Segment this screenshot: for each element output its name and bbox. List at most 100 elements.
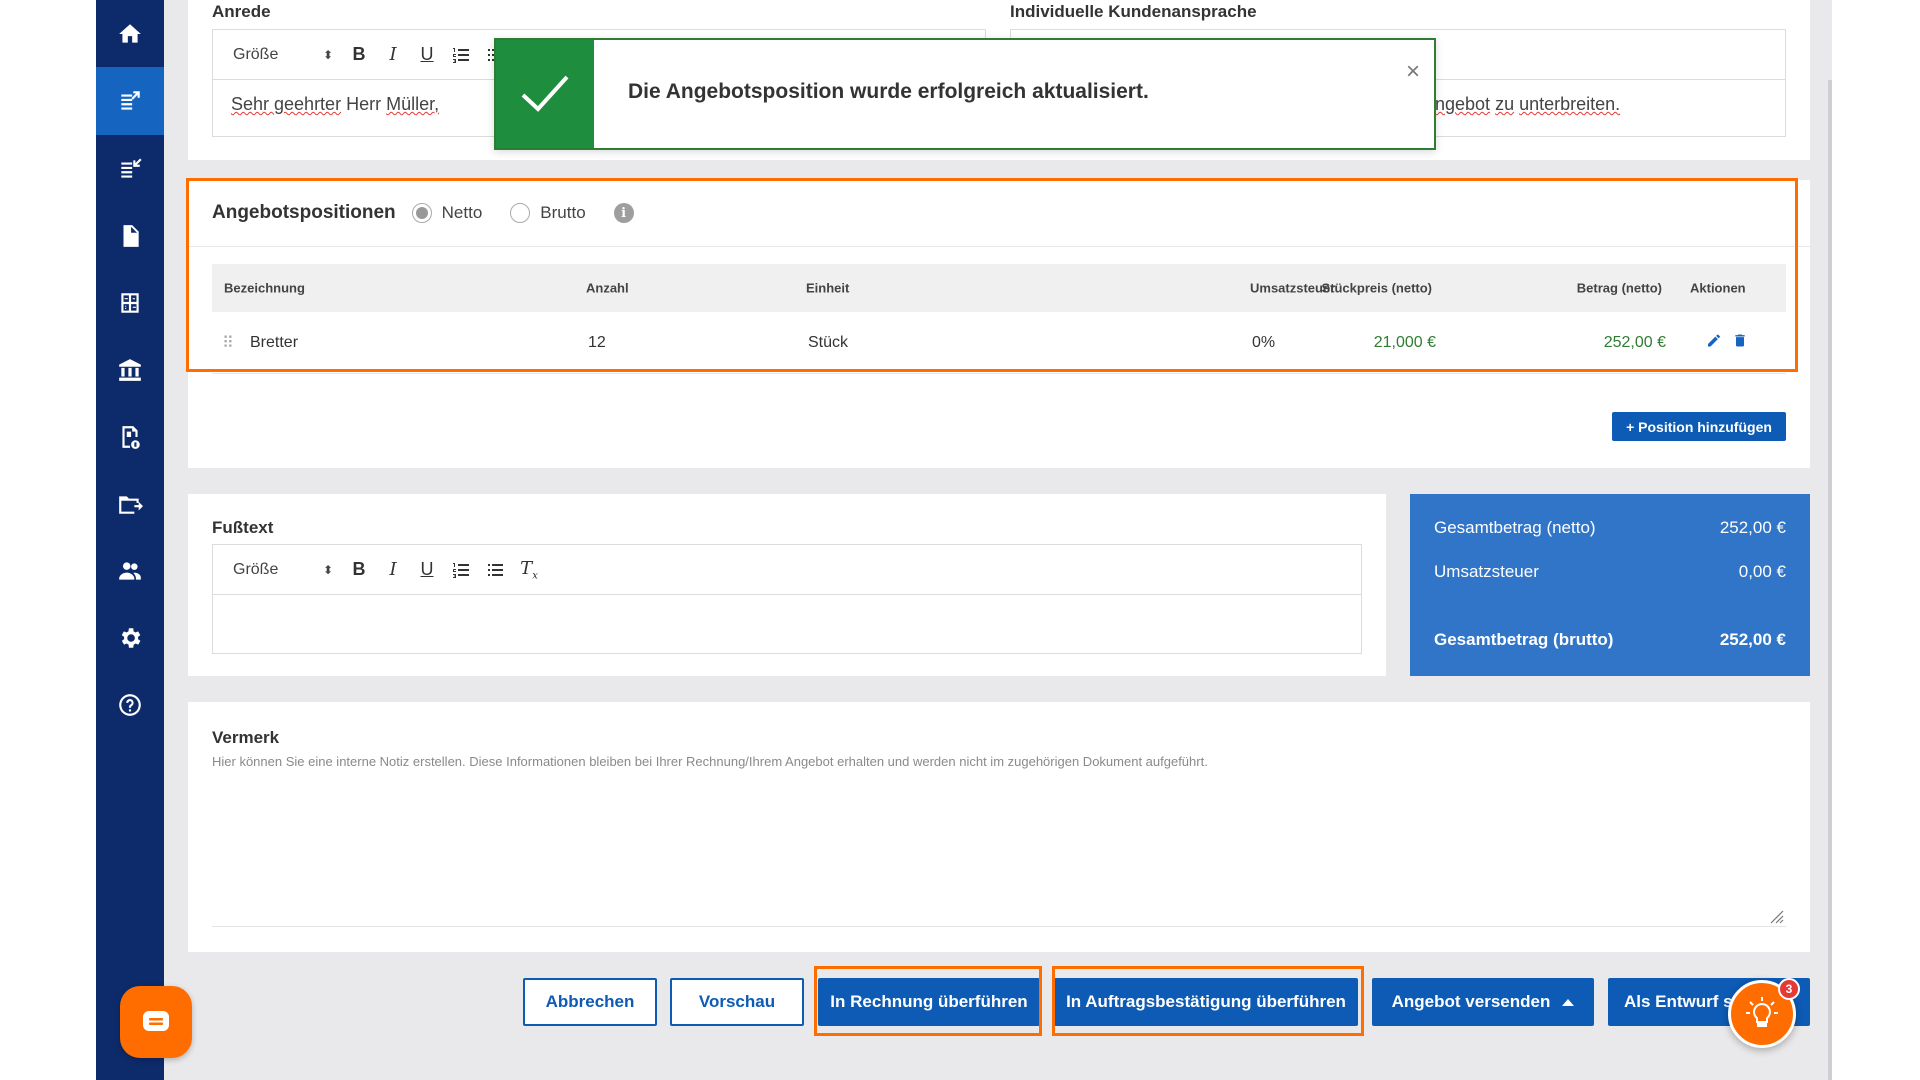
customer-address-label: Individuelle Kundenansprache: [1010, 2, 1257, 21]
preview-button[interactable]: Vorschau: [670, 978, 804, 1026]
help-icon: [119, 694, 141, 716]
salutation-label: Anrede: [212, 2, 271, 21]
totals-panel: Gesamtbetrag (netto) 252,00 € Umsatzsteu…: [1410, 494, 1810, 676]
send-offer-label: Angebot versenden: [1391, 992, 1551, 1011]
col-name: Bezeichnung: [224, 280, 305, 296]
font-size-label: Größe: [233, 45, 279, 63]
delete-icon[interactable]: [1732, 332, 1748, 353]
salutation-word-3: Müller,: [386, 94, 440, 114]
netto-radio[interactable]: Netto: [411, 203, 483, 223]
brutto-label: Brutto: [540, 203, 586, 222]
col-amount: Betrag (netto): [1576, 280, 1662, 296]
sidebar-item-offers-in[interactable]: [96, 135, 164, 203]
toast-message: Die Angebotsposition wurde erfolgreich a…: [628, 80, 1149, 103]
brutto-radio-dot[interactable]: [510, 203, 531, 223]
to-invoice-button[interactable]: In Rechnung überführen: [818, 978, 1040, 1026]
document-icon: [123, 225, 139, 247]
brutto-radio[interactable]: Brutto: [510, 203, 586, 223]
sidebar-item-settings[interactable]: [96, 604, 164, 672]
col-actions: Aktionen: [1690, 280, 1746, 296]
row-name: Bretter: [250, 333, 299, 351]
sidebar-item-calculator[interactable]: [96, 269, 164, 337]
caret-up-icon: [1562, 998, 1575, 1006]
sidebar-item-offers-out[interactable]: [96, 67, 164, 135]
total-gross-row: Gesamtbetrag (brutto) 252,00 €: [1434, 630, 1786, 650]
edit-icon[interactable]: [1706, 332, 1722, 353]
footer-underline-button[interactable]: U: [413, 556, 441, 584]
sidebar-item-contacts[interactable]: [96, 537, 164, 605]
chat-icon: [143, 1011, 169, 1031]
users-icon: [119, 562, 141, 580]
note-underline: [212, 926, 1786, 927]
font-size-select[interactable]: Größe ⬍: [233, 46, 339, 64]
netto-label: Netto: [441, 203, 483, 222]
positions-header: Angebotspositionen Netto Brutto i: [212, 202, 634, 224]
footer-font-size-label: Größe: [233, 560, 279, 578]
footer-ordered-list-button[interactable]: [447, 556, 475, 584]
bank-icon: [119, 359, 141, 381]
note-label: Vermerk: [212, 728, 280, 747]
ordered-list-icon: [453, 562, 469, 578]
note-textarea[interactable]: [212, 774, 1786, 924]
toast-icon-panel: [496, 40, 594, 148]
folder-export-icon: [119, 496, 143, 514]
right-gutter: [1832, 0, 1920, 1080]
note-card: Vermerk Hier können Sie eine interne Not…: [188, 702, 1810, 952]
customer-address-word-3: unterbreiten.: [1519, 94, 1621, 114]
col-qty: Anzahl: [586, 280, 629, 296]
cancel-button[interactable]: Abbrechen: [523, 978, 657, 1026]
sidebar-item-home[interactable]: [96, 0, 164, 68]
add-position-button[interactable]: + Position hinzufügen: [1612, 412, 1786, 441]
total-net-row: Gesamtbetrag (netto) 252,00 €: [1434, 518, 1786, 538]
close-icon[interactable]: ×: [1406, 58, 1420, 86]
to-order-confirmation-button[interactable]: In Auftragsbestätigung überführen: [1054, 978, 1358, 1026]
underline-button[interactable]: U: [413, 41, 441, 69]
sidebar-item-help[interactable]: [96, 671, 164, 739]
chat-button[interactable]: [120, 986, 192, 1058]
send-offer-button[interactable]: Angebot versenden: [1372, 978, 1594, 1026]
positions-title: Angebotspositionen: [212, 202, 396, 223]
salutation-word-2: Herr: [346, 94, 382, 114]
resize-handle-icon[interactable]: [1768, 908, 1784, 924]
footer-font-size-select[interactable]: Größe ⬍: [233, 561, 339, 579]
total-gross-label: Gesamtbetrag (brutto): [1434, 630, 1614, 649]
footer-bullet-list-button[interactable]: [481, 556, 509, 584]
clear-format-button[interactable]: Tx: [515, 556, 543, 584]
total-vat-label: Umsatzsteuer: [1434, 562, 1539, 581]
sidebar: [96, 0, 164, 1080]
select-arrows-icon: ⬍: [322, 562, 333, 577]
drag-handle-icon[interactable]: ⠿: [222, 333, 234, 353]
receipt-icon: [122, 426, 140, 449]
footer-text-label: Fußtext: [212, 518, 274, 537]
row-amount: 252,00 €: [1603, 333, 1666, 351]
notification-badge: 3: [1778, 978, 1800, 1000]
positions-table-header: Bezeichnung Anzahl Einheit Stückpreis (n…: [212, 264, 1786, 312]
bullet-list-icon: [488, 563, 503, 576]
sidebar-item-receipts[interactable]: [96, 403, 164, 471]
settings-icon: [121, 628, 141, 648]
footer-text-editor[interactable]: Größe ⬍ B I U Tx: [212, 544, 1362, 654]
netto-radio-dot[interactable]: [411, 203, 432, 223]
ordered-list-button[interactable]: [447, 41, 475, 69]
bold-button[interactable]: B: [345, 41, 373, 69]
customer-address-word-1: ngebot: [1435, 94, 1491, 114]
sidebar-item-bank[interactable]: [96, 336, 164, 404]
footer-bold-button[interactable]: B: [345, 556, 373, 584]
clear-format-icon: Tx: [520, 557, 538, 582]
total-vat-value: 0,00 €: [1738, 562, 1786, 581]
offer-in-icon: [121, 158, 142, 178]
success-toast: Die Angebotsposition wurde erfolgreich a…: [494, 38, 1436, 150]
footer-text-body[interactable]: [213, 595, 1361, 653]
sidebar-item-export[interactable]: [96, 470, 164, 538]
salutation-word-1: Sehr geehrter: [231, 94, 342, 114]
vertical-scrollbar[interactable]: [1828, 80, 1832, 1080]
home-icon: [119, 24, 141, 43]
row-vat: 0%: [1252, 333, 1276, 351]
footer-italic-button[interactable]: I: [379, 556, 407, 584]
row-qty: 12: [588, 333, 606, 351]
total-net-label: Gesamtbetrag (netto): [1434, 518, 1596, 537]
info-icon[interactable]: i: [613, 203, 634, 223]
italic-button[interactable]: I: [379, 41, 407, 69]
sidebar-item-documents[interactable]: [96, 202, 164, 270]
note-description: Hier können Sie eine interne Notiz erste…: [212, 754, 1208, 769]
